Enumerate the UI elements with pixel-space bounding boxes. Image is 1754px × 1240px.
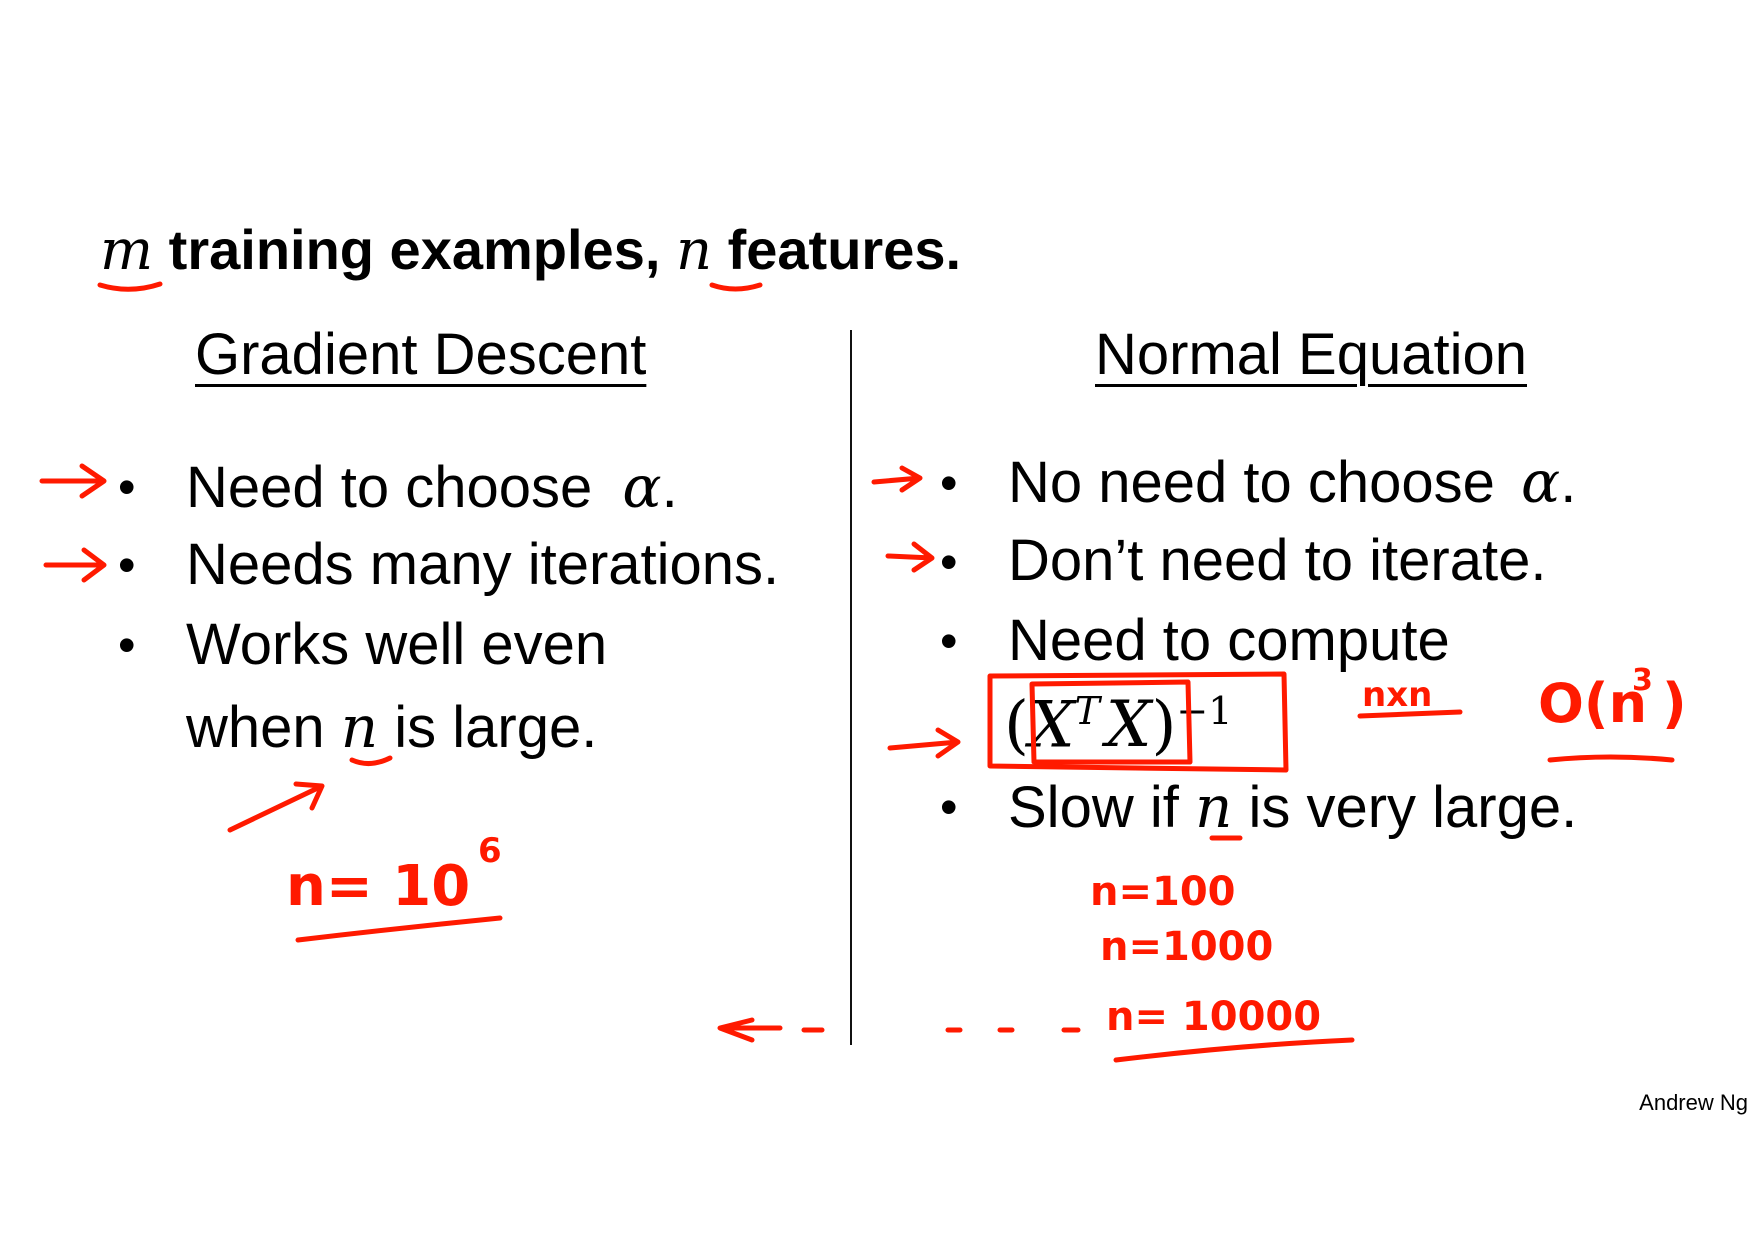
n-symbol: n [675,218,713,283]
slide-title: m training examples, n features. [100,222,961,279]
author-credit: Andrew Ng [1639,1090,1748,1115]
note-n-100: n=100 [1090,869,1236,915]
underline-n-10-6 [295,915,503,943]
note-n-equals-10-6: n= 10 [286,854,470,919]
note-big-o-exp: 3 [1632,663,1653,698]
n-symbol: n [1194,773,1233,841]
underline-n-10000 [1113,1037,1355,1063]
bullet-dot: • [118,537,136,593]
ne-bullet-2: Don’t need to iterate. [1008,528,1547,593]
formula-xtx-inverse: (XTX)−1 [1004,688,1233,763]
note-n-10000: n= 10000 [1106,994,1321,1040]
underline-m [97,281,163,292]
normal-equation-heading: Normal Equation [1095,322,1527,387]
gd-bullet-2: Needs many iterations. [186,532,780,597]
underline-n-title [709,282,763,292]
bullet-dot: • [118,459,136,515]
title-text-b: features. [727,218,962,281]
title-text-a: training examples, [168,218,661,281]
bullet-dot: • [940,455,958,511]
bullet-dot: • [940,613,958,669]
note-nxn: nxn [1362,675,1432,715]
bullet-dot: • [940,534,958,590]
ne-bullet-3-line-1: Need to compute [1008,608,1450,673]
n-symbol: n [340,693,379,761]
gd-bullet-3-line-2: when n is large. [186,693,598,761]
gradient-descent-heading: Gradient Descent [195,322,647,387]
m-symbol: m [100,218,154,283]
left-arrow-head [717,1017,783,1043]
bullet-dot: • [118,617,136,673]
gd-bullet-1: Need to choose α. [186,453,678,521]
alpha-symbol: α [1521,448,1561,516]
underline-big-o [1547,754,1675,763]
arrow-bullet-2 [43,547,107,583]
arrow-ne-3 [887,727,961,759]
arrow-ne-2 [885,541,935,573]
ne-bullet-1: No need to choose α. [1008,448,1577,516]
note-n-1000: n=1000 [1100,924,1273,970]
column-divider [850,330,852,1045]
bullet-dot: • [940,779,958,835]
gd-bullet-3-line-1: Works well even [186,612,608,677]
note-exp-6: 6 [478,831,502,871]
alpha-symbol: α [622,453,662,521]
ne-bullet-4: Slow if n is very large. [1008,773,1578,841]
arrow-bullet-1 [39,463,107,499]
diagonal-arrow [227,781,325,833]
arrow-ne-1 [871,465,923,493]
note-big-o-close: ) [1662,672,1687,735]
note-big-o: O(n [1538,672,1647,735]
underline-nxn [1357,709,1463,719]
